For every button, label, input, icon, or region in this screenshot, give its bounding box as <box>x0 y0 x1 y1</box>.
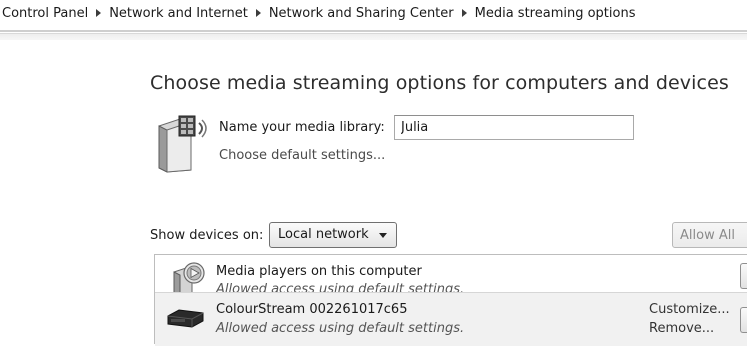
media-library-name-label: Name your media library: <box>219 120 385 135</box>
device-row-colourstream[interactable]: ColourStream 002261017c65 Allowed access… <box>155 292 747 346</box>
breadcrumb-network-and-sharing-center[interactable]: Network and Sharing Center <box>269 6 454 21</box>
choose-default-settings-link[interactable]: Choose default settings... <box>219 148 385 163</box>
network-device-icon <box>167 309 204 328</box>
device-name: ColourStream 002261017c65 <box>216 302 408 317</box>
device-access-dropdown[interactable] <box>740 263 747 289</box>
device-access-dropdown[interactable] <box>740 307 747 333</box>
address-bar-divider <box>0 30 747 32</box>
breadcrumb: Control Panel Network and Internet Network… <box>2 6 635 21</box>
breadcrumb-arrow-icon[interactable] <box>461 9 467 17</box>
breadcrumb-network-and-internet[interactable]: Network and Internet <box>109 6 248 21</box>
chevron-down-icon <box>379 233 387 238</box>
breadcrumb-control-panel[interactable]: Control Panel <box>2 6 88 21</box>
allow-all-button[interactable]: Allow All <box>672 222 747 248</box>
address-bar: Control Panel Network and Internet Network… <box>0 0 747 40</box>
device-row-media-players[interactable]: Media players on this computer Allowed a… <box>155 255 747 300</box>
page-title: Choose media streaming options for compu… <box>150 72 729 94</box>
device-status: Allowed access using default settings. <box>216 321 465 336</box>
breadcrumb-media-streaming-options[interactable]: Media streaming options <box>475 6 636 21</box>
network-select-value: Local network <box>278 227 369 242</box>
show-devices-label: Show devices on: <box>150 228 264 243</box>
device-list: Media players on this computer Allowed a… <box>154 254 747 346</box>
media-library-icon <box>158 115 207 173</box>
breadcrumb-arrow-icon[interactable] <box>96 9 102 17</box>
toolbar-strip <box>0 33 747 40</box>
media-library-name-input[interactable] <box>394 115 634 140</box>
device-name: Media players on this computer <box>216 264 422 279</box>
remove-device-link[interactable]: Remove... <box>649 321 714 336</box>
breadcrumb-arrow-icon[interactable] <box>255 9 261 17</box>
customize-device-link[interactable]: Customize... <box>649 302 730 317</box>
network-select[interactable]: Local network <box>269 222 397 248</box>
